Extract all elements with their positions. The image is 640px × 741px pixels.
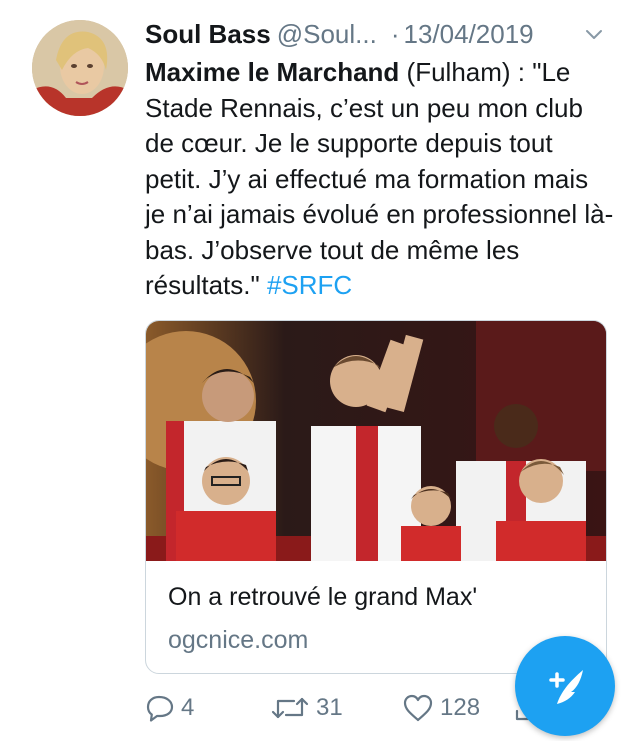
tweet-text: Maxime le Marchand (Fulham) : "Le Stade … xyxy=(145,55,615,304)
like-count: 128 xyxy=(440,694,481,721)
retweet-icon xyxy=(271,697,309,719)
tweet-body: (Fulham) : "Le Stade Rennais, c’est un p… xyxy=(145,57,614,300)
tweet-actions: 4 31 128 xyxy=(145,690,545,726)
link-card[interactable]: On a retrouvé le grand Max' ogcnice.com xyxy=(145,320,607,674)
separator-dot: · xyxy=(390,19,400,49)
reply-icon xyxy=(146,695,174,722)
retweet-count: 31 xyxy=(316,694,343,721)
compose-tweet-icon xyxy=(549,670,583,704)
hashtag-link[interactable]: #SRFC xyxy=(267,270,352,300)
tweet-date[interactable]: 13/04/2019 xyxy=(404,19,534,49)
reply-count: 4 xyxy=(181,694,195,721)
chevron-down-icon[interactable] xyxy=(585,26,603,44)
like-button[interactable]: 128 xyxy=(402,690,480,726)
tweet-header: Soul Bass @Soul... · 13/04/2019 xyxy=(145,18,615,50)
card-image xyxy=(146,321,606,561)
mentioned-player: Maxime le Marchand xyxy=(145,57,400,87)
author-name[interactable]: Soul Bass xyxy=(145,19,271,49)
reply-button[interactable]: 4 xyxy=(145,690,194,726)
heart-icon xyxy=(403,694,433,722)
card-domain[interactable]: ogcnice.com xyxy=(168,626,308,655)
compose-tweet-button[interactable] xyxy=(515,636,615,736)
avatar[interactable] xyxy=(32,20,128,116)
author-handle[interactable]: @Soul... xyxy=(277,19,377,49)
card-title[interactable]: On a retrouvé le grand Max' xyxy=(168,583,477,612)
retweet-button[interactable]: 31 xyxy=(270,690,343,726)
